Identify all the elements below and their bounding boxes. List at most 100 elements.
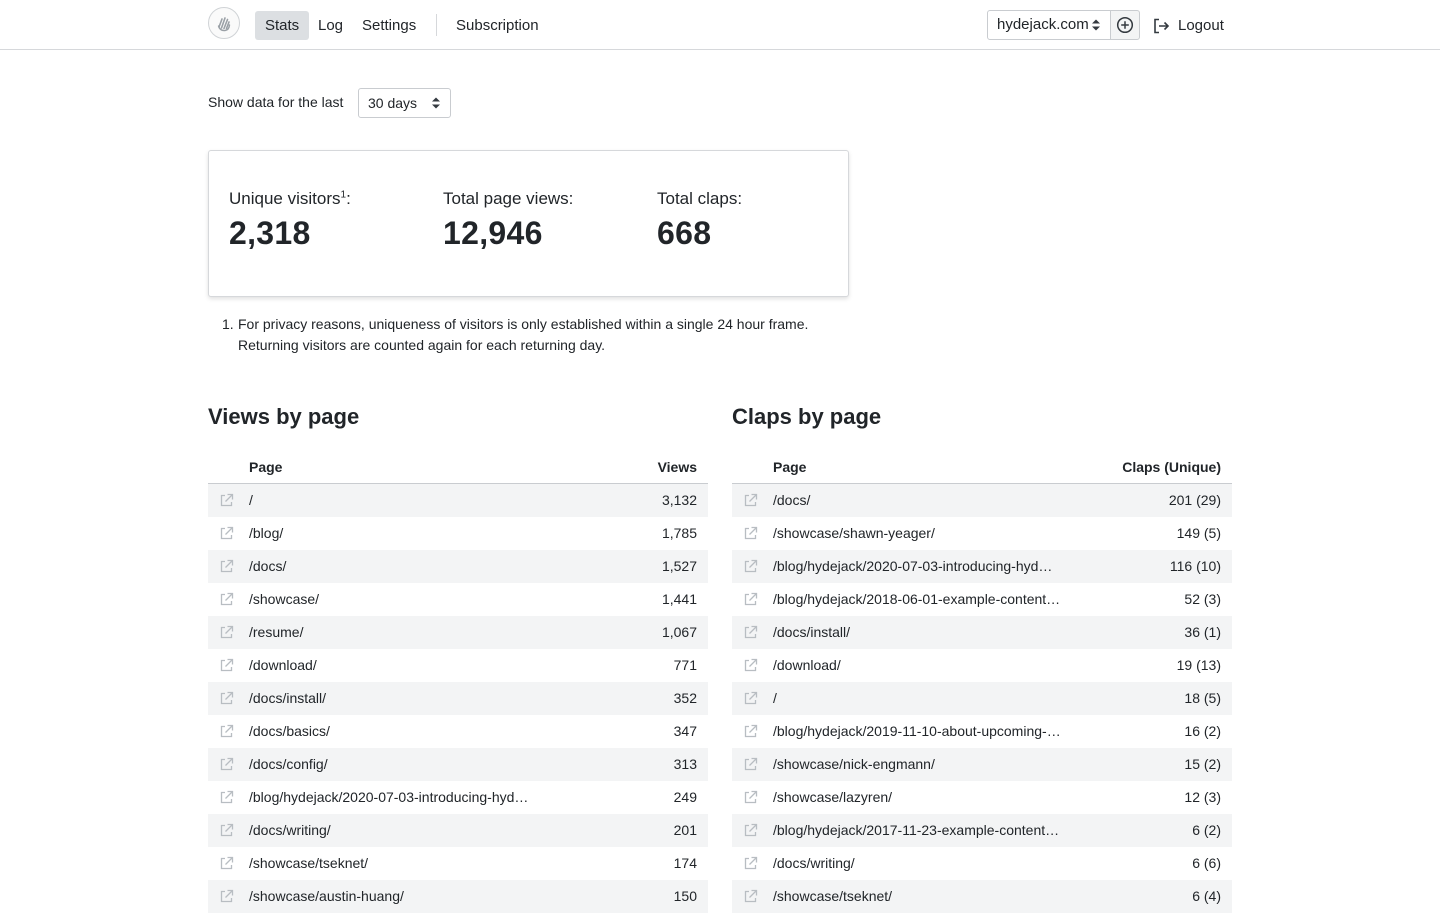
footnote-line: Returning visitors are counted again for… bbox=[238, 337, 606, 353]
table-row: /showcase/nick-engmann/15 (2) bbox=[732, 748, 1232, 781]
nav-settings[interactable]: Settings bbox=[352, 11, 426, 40]
external-link-icon[interactable] bbox=[219, 592, 234, 607]
external-link-icon[interactable] bbox=[743, 592, 758, 607]
stat-label: Unique visitors1: bbox=[229, 189, 351, 208]
external-link-icon[interactable] bbox=[219, 625, 234, 640]
external-link-icon[interactable] bbox=[219, 790, 234, 805]
views-count: 1,441 bbox=[661, 591, 697, 607]
range-select[interactable]: 30 days bbox=[358, 88, 451, 118]
external-link-icon[interactable] bbox=[219, 856, 234, 871]
external-link-icon[interactable] bbox=[219, 757, 234, 772]
claps-count: 16 (2) bbox=[1184, 723, 1221, 739]
column-header-page: Page bbox=[249, 459, 283, 475]
table-row: /blog/hydejack/2020-07-03-introducing-hy… bbox=[208, 781, 708, 814]
table-row: /showcase/tseknet/174 bbox=[208, 847, 708, 880]
table-row: /docs/writing/6 (6) bbox=[732, 847, 1232, 880]
table-row: /showcase/austin-huang/150 bbox=[208, 880, 708, 913]
page-path: / bbox=[249, 492, 253, 508]
external-link-icon[interactable] bbox=[219, 724, 234, 739]
clap-logo-icon[interactable] bbox=[208, 7, 240, 39]
views-table: Page Views /3,132/blog/1,785/docs/1,527/… bbox=[208, 450, 708, 913]
external-link-icon[interactable] bbox=[743, 625, 758, 640]
claps-count: 12 (3) bbox=[1184, 789, 1221, 805]
page-path: /showcase/austin-huang/ bbox=[249, 888, 404, 904]
external-link-icon[interactable] bbox=[219, 658, 234, 673]
views-count: 1,785 bbox=[661, 525, 697, 541]
claps-count: 116 (10) bbox=[1169, 558, 1221, 574]
table-row: /blog/1,785 bbox=[208, 517, 708, 550]
page-path: /docs/basics/ bbox=[249, 723, 330, 739]
stat-total-claps: Total claps: 668 bbox=[657, 189, 742, 252]
page-path: /docs/install/ bbox=[773, 624, 851, 640]
external-link-icon[interactable] bbox=[743, 823, 758, 838]
external-link-icon[interactable] bbox=[219, 889, 234, 904]
claps-count: 6 (2) bbox=[1192, 822, 1221, 838]
external-link-icon[interactable] bbox=[743, 724, 758, 739]
external-link-icon[interactable] bbox=[743, 493, 758, 508]
table-row: /showcase/1,441 bbox=[208, 583, 708, 616]
logout-icon bbox=[1154, 18, 1170, 33]
select-arrows-icon bbox=[432, 97, 440, 109]
external-link-icon[interactable] bbox=[743, 757, 758, 772]
table-row: / 18 (5) bbox=[732, 682, 1232, 715]
page-path: /blog/hydejack/2019-11-10-about-upcoming… bbox=[773, 723, 1061, 739]
page-path: /docs/config/ bbox=[249, 756, 328, 772]
table-row: /docs/writing/201 bbox=[208, 814, 708, 847]
table-row: /download/19 (13) bbox=[732, 649, 1232, 682]
views-count: 3,132 bbox=[661, 492, 697, 508]
external-link-icon[interactable] bbox=[743, 658, 758, 673]
external-link-icon[interactable] bbox=[743, 790, 758, 805]
views-count: 313 bbox=[673, 756, 697, 772]
external-link-icon[interactable] bbox=[219, 493, 234, 508]
logout-button[interactable]: Logout bbox=[1152, 11, 1224, 40]
table-row: /blog/hydejack/2020-07-03-introducing-hy… bbox=[732, 550, 1232, 583]
site-select[interactable]: hydejack.com bbox=[987, 10, 1111, 40]
table-header: Page Views bbox=[208, 450, 708, 484]
table-row: /docs/install/352 bbox=[208, 682, 708, 715]
external-link-icon[interactable] bbox=[743, 526, 758, 541]
table-row: /showcase/lazyren/12 (3) bbox=[732, 781, 1232, 814]
column-header-claps: Claps (Unique) bbox=[1122, 459, 1221, 475]
add-site-button[interactable] bbox=[1110, 10, 1140, 40]
external-link-icon[interactable] bbox=[219, 559, 234, 574]
footnote-line: For privacy reasons, uniqueness of visit… bbox=[238, 316, 809, 332]
footnote: 1. For privacy reasons, uniqueness of vi… bbox=[222, 314, 862, 356]
page-path: /blog/hydejack/2020-07-03-introducing-hy… bbox=[249, 789, 529, 805]
external-link-icon[interactable] bbox=[743, 691, 758, 706]
claps-count: 18 (5) bbox=[1184, 690, 1221, 706]
table-body: / 3,132/blog/1,785/docs/1,527/showcase/1,… bbox=[208, 484, 708, 913]
select-arrows-icon bbox=[1092, 19, 1100, 31]
external-link-icon[interactable] bbox=[219, 823, 234, 838]
page-path: / bbox=[773, 690, 777, 706]
views-section-title: Views by page bbox=[208, 404, 360, 429]
table-row: / 3,132 bbox=[208, 484, 708, 517]
claps-count: 19 (13) bbox=[1176, 657, 1221, 673]
views-count: 201 bbox=[673, 822, 697, 838]
page-path: /showcase/ bbox=[249, 591, 320, 607]
summary-card: Unique visitors1: 2,318 Total page views… bbox=[208, 150, 849, 297]
nav-stats[interactable]: Stats bbox=[255, 11, 310, 40]
claps-count: 201 (29) bbox=[1168, 492, 1221, 508]
views-count: 347 bbox=[673, 723, 697, 739]
table-row: /blog/hydejack/2017-11-23-example-conten… bbox=[732, 814, 1232, 847]
table-header: Page Claps (Unique) bbox=[732, 450, 1232, 484]
page-path: /docs/writing/ bbox=[249, 822, 331, 838]
external-link-icon[interactable] bbox=[219, 691, 234, 706]
stat-unique-visitors: Unique visitors1: 2,318 bbox=[229, 189, 351, 252]
external-link-icon[interactable] bbox=[743, 856, 758, 871]
plus-circle-icon bbox=[1116, 16, 1134, 34]
table-row: /docs/201 (29) bbox=[732, 484, 1232, 517]
external-link-icon[interactable] bbox=[743, 559, 758, 574]
stat-value: 2,318 bbox=[229, 215, 311, 251]
external-link-icon[interactable] bbox=[743, 889, 758, 904]
nav-subscription[interactable]: Subscription bbox=[446, 11, 549, 40]
table-row: /docs/install/36 (1) bbox=[732, 616, 1232, 649]
top-navbar: Stats Log Settings Subscription hydejack… bbox=[0, 0, 1440, 50]
nav-log[interactable]: Log bbox=[308, 11, 353, 40]
table-row: /showcase/tseknet/6 (4) bbox=[732, 880, 1232, 913]
stat-label: Total claps: bbox=[657, 189, 743, 208]
external-link-icon[interactable] bbox=[219, 526, 234, 541]
range-label: Show data for the last bbox=[208, 94, 344, 110]
page-path: /resume/ bbox=[249, 624, 304, 640]
views-count: 249 bbox=[673, 789, 697, 805]
